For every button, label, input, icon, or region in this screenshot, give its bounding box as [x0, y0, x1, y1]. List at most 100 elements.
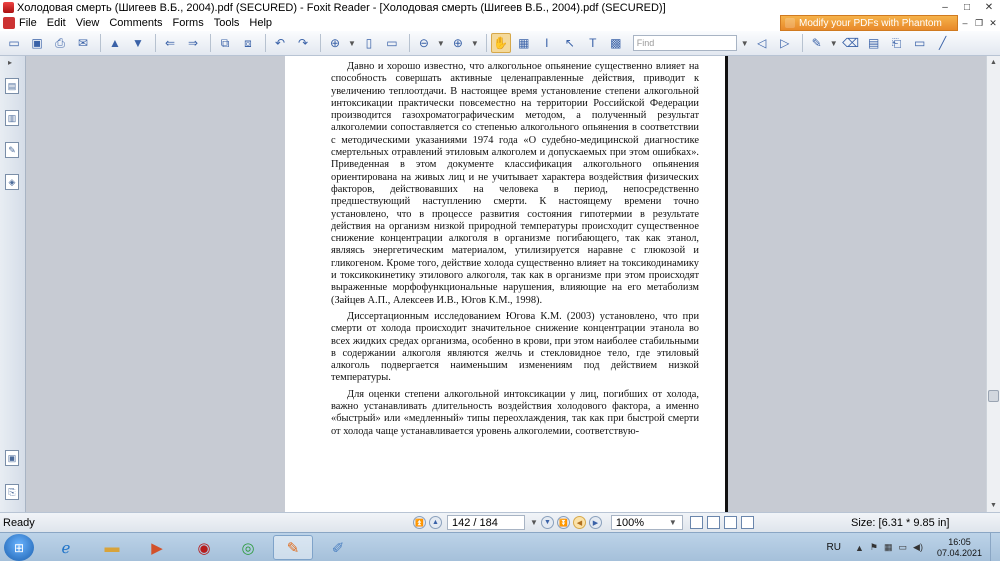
undo-icon[interactable]: ↶ [270, 33, 290, 53]
chevron-down-icon[interactable]: ▼ [741, 39, 749, 48]
chevron-down-icon[interactable]: ▼ [669, 518, 677, 527]
image-icon[interactable]: ▩ [606, 33, 626, 53]
scroll-down-icon[interactable]: ▼ [987, 499, 1000, 512]
vertical-scrollbar[interactable]: ▲ ▼ [986, 56, 1000, 512]
go-forward-icon[interactable]: ⇒ [183, 33, 203, 53]
menu-help[interactable]: Help [249, 17, 272, 29]
prev-page-icon[interactable]: ▲ [429, 516, 442, 529]
battery-icon[interactable]: ▭ [899, 542, 908, 553]
continuous-facing-icon[interactable] [741, 516, 754, 529]
forward-view-icon[interactable]: ▶ [588, 516, 602, 529]
find-next-icon[interactable]: ▷ [775, 33, 795, 53]
single-page-icon[interactable] [690, 516, 703, 529]
clock[interactable]: 16:05 07.04.2021 [937, 537, 982, 559]
facing-icon[interactable] [724, 516, 737, 529]
text-box-icon[interactable]: ▭ [910, 33, 930, 53]
menu-comments[interactable]: Comments [109, 17, 162, 29]
attachments-icon[interactable]: ▣ [5, 450, 19, 466]
open-icon[interactable]: ▭ [4, 33, 24, 53]
volume-icon[interactable]: ◀) [913, 542, 923, 553]
next-page-status-icon[interactable]: ▼ [540, 516, 554, 529]
fit-page-icon[interactable]: ▯ [359, 33, 379, 53]
doc-restore-button[interactable]: ❐ [972, 15, 986, 31]
minimize-button[interactable]: – [934, 0, 956, 15]
menu-forms[interactable]: Forms [173, 17, 204, 29]
clock-time: 16:05 [948, 536, 971, 547]
pages-icon[interactable]: ⧉ [215, 33, 235, 53]
scrollbar-thumb[interactable] [988, 390, 999, 402]
hand-tool-icon[interactable]: ✋ [490, 33, 511, 53]
find-input[interactable]: Find [632, 35, 737, 51]
close-button[interactable]: ✕ [978, 0, 1000, 15]
media-player-icon[interactable]: ▶ [137, 535, 177, 560]
previous-page-icon[interactable]: ▲ [105, 33, 125, 53]
first-page-icon[interactable]: ⏫ [413, 516, 426, 529]
menu-edit[interactable]: Edit [47, 17, 66, 29]
print-icon[interactable]: ⎙ [50, 33, 70, 53]
next-page-icon[interactable]: ▼ [128, 33, 148, 53]
document-viewport[interactable]: Давно и хорошо известно, что алкогольное… [26, 56, 986, 512]
zoom-out-icon[interactable]: ⊖ [414, 33, 434, 53]
document-icon[interactable] [3, 17, 15, 29]
menu-view[interactable]: View [76, 17, 100, 29]
extract-pages-icon[interactable]: ⧈ [238, 33, 258, 53]
page-navigation: ⏫ ▲ 142 / 184 ▼ ▼ ⏬ ◀ ▶ 100% ▼ [413, 515, 683, 530]
windows-taskbar: ⊞ ℯ ▬ ▶ ◉ ◎ ✎ ✐ RU ▲ ⚑ ▦ ▭ ◀) 16:05 07.0… [0, 532, 1000, 561]
zoom-in-icon[interactable]: ⊕ [448, 33, 468, 53]
back-view-icon[interactable]: ◀ [572, 516, 586, 529]
foxit-reader-taskbar-icon[interactable]: ✎ [273, 535, 313, 560]
status-bar: Ready ⏫ ▲ 142 / 184 ▼ ▼ ⏬ ◀ ▶ 100% ▼ Siz… [0, 512, 1000, 532]
chevron-down-icon[interactable]: ▼ [530, 518, 538, 527]
email-icon[interactable]: ✉ [73, 33, 93, 53]
comments-panel-icon[interactable]: ✎ [5, 142, 19, 158]
antivirus-icon[interactable]: ◉ [184, 535, 224, 560]
network-icon[interactable]: ▦ [884, 542, 893, 553]
chevron-down-icon[interactable]: ▼ [471, 39, 479, 48]
doc-minimize-button[interactable]: – [958, 15, 972, 31]
fit-width-icon[interactable]: ▭ [382, 33, 402, 53]
zoom-tool-icon[interactable]: ⊕ [325, 33, 345, 53]
show-hidden-icons-icon[interactable]: ▲ [855, 543, 864, 553]
save-icon[interactable]: ▣ [27, 33, 47, 53]
window-title: Холодовая смерть (Шигеев В.Б., 2004).pdf… [17, 1, 666, 14]
panel-expand-icon[interactable]: ▸ [8, 58, 12, 67]
show-desktop-button[interactable] [990, 533, 1000, 561]
go-back-icon[interactable]: ⇐ [160, 33, 180, 53]
toolbar-separator [320, 34, 321, 52]
chrome-icon[interactable]: ◎ [228, 535, 268, 560]
redo-icon[interactable]: ↷ [293, 33, 313, 53]
last-page-icon[interactable]: ⏬ [556, 516, 570, 529]
layers-icon[interactable]: ◈ [5, 174, 19, 190]
chevron-down-icon[interactable]: ▼ [437, 39, 445, 48]
phantom-promo-banner[interactable]: Modify your PDFs with Phantom [780, 15, 958, 31]
snapshot-icon[interactable]: ▦ [514, 33, 534, 53]
find-previous-icon[interactable]: ◁ [752, 33, 772, 53]
page-number-input[interactable]: 142 / 184 [447, 515, 525, 530]
language-indicator[interactable]: RU [827, 542, 841, 553]
file-explorer-icon[interactable]: ▬ [92, 535, 132, 560]
scroll-up-icon[interactable]: ▲ [987, 56, 1000, 69]
chevron-down-icon[interactable]: ▼ [348, 39, 356, 48]
line-tool-icon[interactable]: ╱ [933, 33, 953, 53]
file-attachment-icon[interactable]: ⎗ [887, 33, 907, 53]
paint-icon[interactable]: ✐ [318, 535, 358, 560]
toolbar-separator [155, 34, 156, 52]
clip-icon[interactable]: ⎘ [5, 484, 19, 500]
chevron-down-icon[interactable]: ▼ [830, 39, 838, 48]
start-button[interactable]: ⊞ [4, 534, 34, 561]
select-text-icon[interactable]: I [537, 33, 557, 53]
note-icon[interactable]: ▤ [864, 33, 884, 53]
eraser-icon[interactable]: ⌫ [841, 33, 861, 53]
menu-file[interactable]: File [19, 17, 37, 29]
continuous-icon[interactable] [707, 516, 720, 529]
menu-tools[interactable]: Tools [214, 17, 240, 29]
bookmarks-icon[interactable]: ▥ [5, 110, 19, 126]
flag-icon[interactable]: ⚑ [870, 542, 878, 553]
pencil-icon[interactable]: ✎ [807, 33, 827, 53]
typewriter-icon[interactable]: T [583, 33, 603, 53]
maximize-button[interactable]: □ [956, 0, 978, 15]
pages-thumbnail-icon[interactable]: ▤ [5, 78, 19, 94]
doc-close-button[interactable]: ✕ [986, 15, 1000, 31]
internet-explorer-icon[interactable]: ℯ [46, 535, 86, 560]
select-annotation-icon[interactable]: ↖ [560, 33, 580, 53]
